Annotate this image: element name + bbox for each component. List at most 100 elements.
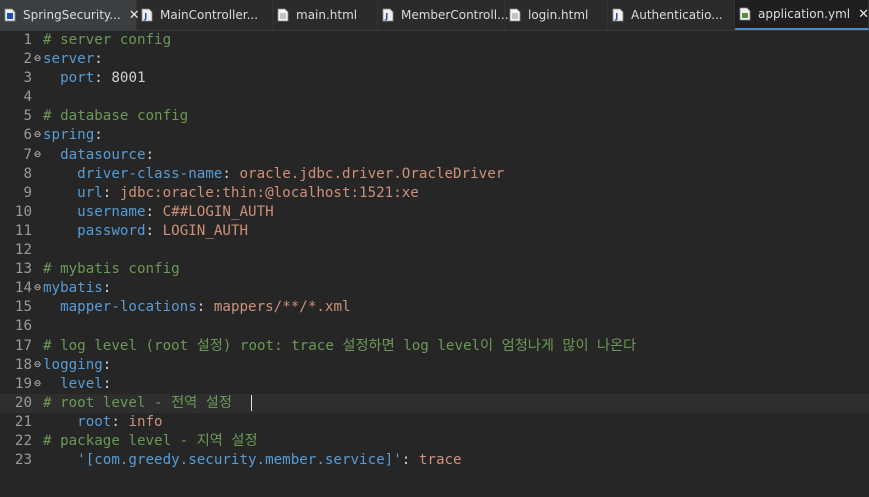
line-number: 14 — [14, 280, 32, 297]
code-line[interactable]: 18 ⊖ logging: — [0, 356, 869, 375]
yaml-file-icon — [739, 7, 751, 21]
yaml-separator: : — [145, 146, 155, 163]
tab-mainhtml[interactable]: main.html — [273, 0, 378, 30]
code-line[interactable]: 9 url: jdbc:oracle:thin:@localhost:1521:… — [0, 184, 869, 203]
svg-text:J: J — [614, 12, 618, 21]
tab-label: main.html — [296, 8, 358, 22]
tab-maincontroller[interactable]: J MainController... — [137, 0, 273, 30]
tab-label: login.html — [528, 8, 589, 22]
tab-springsecurity[interactable]: SpringSecurity... ✕ — [0, 0, 140, 30]
yaml-value: 8001 — [111, 70, 146, 87]
yaml-key: level — [60, 375, 103, 392]
yaml-separator: : — [94, 51, 103, 68]
line-number: 11 — [14, 222, 32, 239]
line-number: 6 — [23, 127, 32, 144]
code-text: spring: — [43, 126, 103, 145]
yaml-separator: : — [222, 165, 240, 182]
html-file-icon — [509, 8, 521, 22]
html-file-icon — [277, 8, 289, 22]
code-line[interactable]: 16 — [0, 317, 869, 336]
code-line[interactable]: 6 ⊖ spring: — [0, 126, 869, 145]
code-line[interactable]: 13 # mybatis config — [0, 260, 869, 279]
yaml-comment: # root level - 전역 설정 — [43, 394, 249, 411]
svg-text:J: J — [384, 12, 388, 21]
code-line[interactable]: 1 # server config — [0, 31, 869, 50]
code-text: mapper-locations: mappers/**/*.xml — [43, 298, 351, 317]
yaml-key: datasource — [60, 146, 146, 163]
code-line[interactable]: 17 # log level (root 설정) root: trace 설정하면… — [0, 337, 869, 356]
code-line[interactable]: 14 ⊖ mybatis: — [0, 279, 869, 298]
code-text: '[com.greedy.security.member.service]': … — [43, 451, 461, 470]
code-line[interactable]: 10 username: C##LOGIN_AUTH — [0, 203, 869, 222]
yaml-key: spring — [43, 127, 95, 144]
yaml-key: mybatis — [43, 280, 103, 297]
yaml-key: server — [43, 51, 95, 68]
yaml-value: mappers/**/*.xml — [213, 299, 351, 316]
code-text: username: C##LOGIN_AUTH — [43, 203, 273, 222]
tab-label: Authenticatio... — [631, 8, 723, 22]
code-line[interactable]: 23 '[com.greedy.security.member.service]… — [0, 451, 869, 470]
fold-collapse-icon[interactable]: ⊖ — [32, 375, 43, 394]
fold-collapse-icon[interactable]: ⊖ — [32, 126, 43, 145]
text-cursor — [250, 394, 252, 411]
code-line[interactable]: 22 # package level - 지역 설정 — [0, 432, 869, 451]
code-line[interactable]: 7 ⊖ datasource: — [0, 146, 869, 165]
yaml-key: port — [60, 70, 95, 87]
code-line[interactable]: 5 # database config — [0, 107, 869, 126]
code-text: level: — [43, 375, 111, 394]
tab-loginhtml[interactable]: login.html — [505, 0, 608, 30]
tab-membercontroll[interactable]: J MemberControll... — [378, 0, 509, 30]
code-editor[interactable]: 1 # server config 2 ⊖ server: 3 port: 8001 4 5 #… — [0, 31, 869, 497]
line-number: 7 — [23, 146, 32, 163]
yaml-separator: : — [102, 184, 120, 201]
tab-authenticatio[interactable]: J Authenticatio... — [608, 0, 735, 30]
yaml-key: root — [77, 413, 112, 430]
java-file-icon: J — [382, 8, 394, 22]
fold-collapse-icon[interactable]: ⊖ — [32, 146, 43, 165]
line-number: 18 — [14, 356, 32, 373]
line-number: 22 — [14, 432, 32, 449]
code-text: logging: — [43, 356, 111, 375]
editor-window: SpringSecurity... ✕ J MainController... main… — [0, 0, 869, 497]
code-text: root: info — [43, 413, 162, 432]
code-line[interactable]: 20 # root level - 전역 설정 — [0, 393, 869, 413]
code-line[interactable]: 15 mapper-locations: mappers/**/*.xml — [0, 298, 869, 317]
yaml-comment: # package level - 지역 설정 — [43, 432, 258, 449]
code-text: datasource: — [43, 146, 154, 165]
code-line[interactable]: 8 driver-class-name: oracle.jdbc.driver.… — [0, 165, 869, 184]
yaml-separator: : — [401, 452, 419, 469]
yaml-comment: # log level (root 설정) root: trace 설정하면 l… — [43, 337, 637, 354]
yaml-key: password — [77, 222, 146, 239]
code-line[interactable]: 2 ⊖ server: — [0, 50, 869, 69]
line-number: 16 — [14, 318, 32, 335]
line-number: 10 — [14, 203, 32, 220]
yaml-key: '[com.greedy.security.member.service]' — [77, 452, 402, 469]
java-file-icon: J — [612, 8, 624, 22]
yaml-separator: : — [145, 203, 163, 220]
project-file-icon — [4, 8, 16, 22]
tab-applicationyml[interactable]: application.yml ✕ — [735, 0, 869, 30]
yaml-comment: # database config — [43, 108, 189, 125]
fold-collapse-icon[interactable]: ⊖ — [32, 356, 43, 375]
close-icon[interactable]: ✕ — [858, 7, 869, 22]
code-line[interactable]: 4 — [0, 88, 869, 107]
yaml-key: url — [77, 184, 103, 201]
line-number: 19 — [14, 375, 32, 392]
code-line[interactable]: 11 password: LOGIN_AUTH — [0, 222, 869, 241]
fold-collapse-icon[interactable]: ⊖ — [32, 50, 43, 69]
code-line[interactable]: 19 ⊖ level: — [0, 375, 869, 394]
code-line[interactable]: 3 port: 8001 — [0, 69, 869, 88]
code-text: url: jdbc:oracle:thin:@localhost:1521:xe — [43, 184, 419, 203]
line-number: 5 — [23, 108, 32, 125]
fold-collapse-icon[interactable]: ⊖ — [32, 279, 43, 298]
code-line[interactable]: 21 root: info — [0, 413, 869, 432]
code-line[interactable]: 12 — [0, 241, 869, 260]
